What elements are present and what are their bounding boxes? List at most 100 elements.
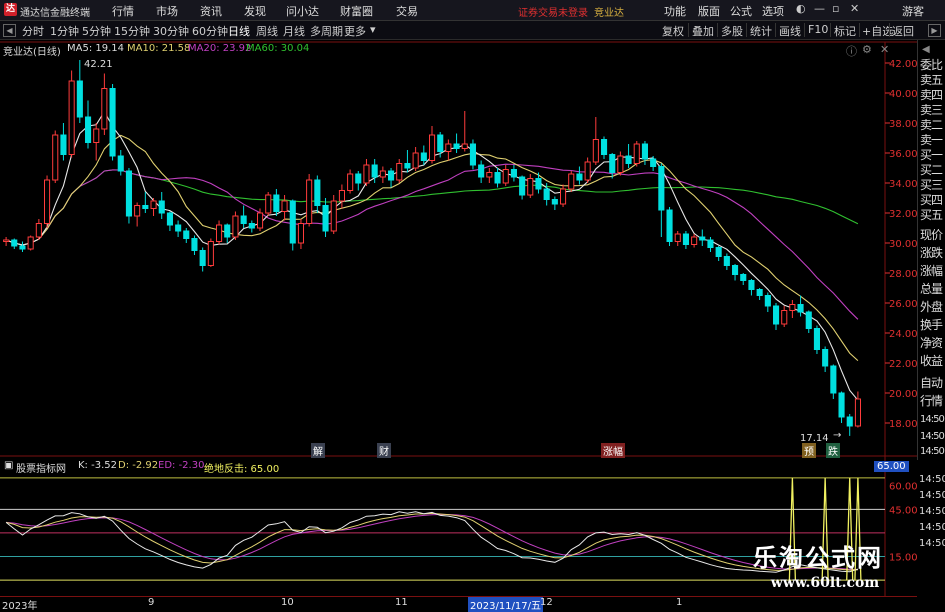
- side-item[interactable]: 净资: [920, 334, 943, 351]
- indicator-name[interactable]: 股票指标网: [16, 460, 66, 475]
- toolbar-divider: [717, 23, 718, 37]
- btn-huaxian[interactable]: 画线: [779, 23, 801, 39]
- menu-gongshi[interactable]: 公式: [730, 3, 752, 19]
- candle-up: [363, 164, 370, 184]
- candle-down: [314, 179, 321, 206]
- period-toolbar: ◀ 分时 1分钟 5分钟 15分钟 30分钟 60分钟 日线 周线 月线 多周期…: [0, 21, 945, 40]
- watermark-title: 乐淘公式网: [753, 544, 883, 572]
- menu-xuanxiang[interactable]: 选项: [762, 3, 784, 19]
- candle-down: [715, 247, 722, 257]
- menu-caifuquan[interactable]: 财富圈: [340, 3, 373, 19]
- btn-back[interactable]: 返回: [892, 23, 914, 39]
- btn-f10[interactable]: F10: [808, 23, 828, 36]
- period-1min[interactable]: 1分钟: [50, 23, 79, 39]
- candle-up: [68, 80, 75, 155]
- period-5min[interactable]: 5分钟: [82, 23, 111, 39]
- kline-chart[interactable]: 42.00 40.00 38.00 36.00 34.00 32.00 30.00 28.00…: [0, 40, 917, 609]
- next-stock-icon[interactable]: ▶: [928, 24, 941, 37]
- menu-shichang[interactable]: 市场: [156, 3, 178, 19]
- ma10-legend: MA10: 21.58: [127, 43, 191, 54]
- period-30min[interactable]: 30分钟: [153, 23, 189, 39]
- toolbar-divider: [859, 23, 860, 37]
- event-forecast[interactable]: 预: [802, 443, 816, 458]
- side-item[interactable]: 涨跌: [920, 244, 943, 261]
- period-daily[interactable]: 日线: [228, 23, 250, 39]
- candle-down: [240, 215, 247, 224]
- guest-link[interactable]: 游客: [902, 3, 924, 19]
- menu-banmian[interactable]: 版面: [698, 3, 720, 19]
- app-title: 通达信金融终端: [20, 8, 90, 19]
- candle-down: [478, 164, 485, 178]
- btn-fuquan[interactable]: 复权: [662, 23, 684, 39]
- period-multi[interactable]: 多周期: [310, 23, 343, 39]
- event-finance[interactable]: 财: [377, 443, 391, 458]
- candle-down: [658, 166, 665, 211]
- candle-up: [568, 173, 575, 190]
- period-60min[interactable]: 60分钟: [192, 23, 228, 39]
- candle-up: [3, 239, 10, 242]
- menu-zixun[interactable]: 资讯: [200, 3, 222, 19]
- side-item[interactable]: 总量: [920, 280, 943, 297]
- panel-collapse-icon[interactable]: ◀: [922, 44, 930, 55]
- candle-down: [822, 349, 829, 367]
- side-item[interactable]: 自动: [920, 374, 943, 391]
- close-icon[interactable]: ✕: [850, 2, 859, 15]
- prev-stock-icon[interactable]: ◀: [3, 24, 16, 37]
- candle-down: [601, 139, 608, 155]
- side-item[interactable]: 外盘: [920, 298, 943, 315]
- candle-down: [732, 265, 739, 275]
- side-item[interactable]: 收益: [920, 352, 943, 369]
- menu-hangqing[interactable]: 行情: [112, 3, 134, 19]
- menu-faxian[interactable]: 发现: [244, 3, 266, 19]
- candle-up: [691, 236, 698, 245]
- side-item[interactable]: 买五: [920, 206, 943, 223]
- menu-wenxiaoda[interactable]: 问小达: [286, 3, 319, 19]
- info-icon[interactable]: ⓘ: [846, 43, 857, 59]
- panel-close-icon[interactable]: ✕: [880, 43, 889, 56]
- indicator-settings-icon[interactable]: ▣: [4, 460, 13, 471]
- period-15min[interactable]: 15分钟: [114, 23, 150, 39]
- candle-up: [584, 161, 591, 181]
- indicator-jdft: 绝地反击: 65.00: [204, 464, 280, 475]
- period-fenshi[interactable]: 分时: [22, 23, 44, 39]
- event-gain[interactable]: 涨幅: [601, 443, 625, 458]
- side-item[interactable]: 换手: [920, 316, 943, 333]
- candle-down: [535, 178, 542, 190]
- period-weekly[interactable]: 周线: [256, 23, 278, 39]
- settings-icon[interactable]: ⚙: [862, 43, 872, 56]
- candle-up: [265, 194, 272, 214]
- login-warning[interactable]: 证券交易未登录: [518, 4, 588, 19]
- candle-down: [543, 188, 550, 200]
- selected-date-label: 2023/11/17/五: [468, 597, 544, 612]
- period-more[interactable]: 更多: [344, 23, 366, 39]
- more-dropdown-icon[interactable]: ▾: [370, 23, 376, 36]
- candle-down: [158, 200, 165, 214]
- side-item[interactable]: 行情: [920, 392, 943, 409]
- candle-down: [420, 152, 427, 161]
- candle-down: [666, 209, 673, 242]
- menu-jiaoyi[interactable]: 交易: [396, 3, 418, 19]
- btn-biaoji[interactable]: 标记: [834, 23, 856, 39]
- candle-up: [281, 200, 288, 212]
- side-item[interactable]: 现价: [920, 226, 943, 243]
- candle-up: [150, 200, 157, 209]
- side-time: 14:50: [919, 506, 945, 517]
- candle-up: [338, 190, 345, 202]
- candle-up: [257, 212, 264, 229]
- quote-side-panel: ◀ 委比 卖五 卖四 卖三 卖二 卖一 买一 买二 买三 买四 买五 现价 涨跌…: [917, 40, 945, 460]
- btn-tongji[interactable]: 统计: [750, 23, 772, 39]
- minimize-icon[interactable]: —: [814, 2, 825, 15]
- candle-up: [347, 173, 354, 191]
- restore-icon[interactable]: ▫: [832, 2, 839, 15]
- btn-duogu[interactable]: 多股: [721, 23, 743, 39]
- candle-down: [191, 238, 198, 251]
- candle-up: [412, 152, 419, 169]
- menu-gongneng[interactable]: 功能: [664, 3, 686, 19]
- side-item[interactable]: 涨幅: [920, 262, 943, 279]
- period-monthly[interactable]: 月线: [283, 23, 305, 39]
- app-logo-icon: 达: [4, 3, 17, 16]
- event-fall[interactable]: 跌: [826, 443, 840, 458]
- btn-diejia[interactable]: 叠加: [692, 23, 714, 39]
- event-unlock[interactable]: 解: [311, 443, 325, 458]
- skin-icon[interactable]: ◐: [796, 2, 806, 15]
